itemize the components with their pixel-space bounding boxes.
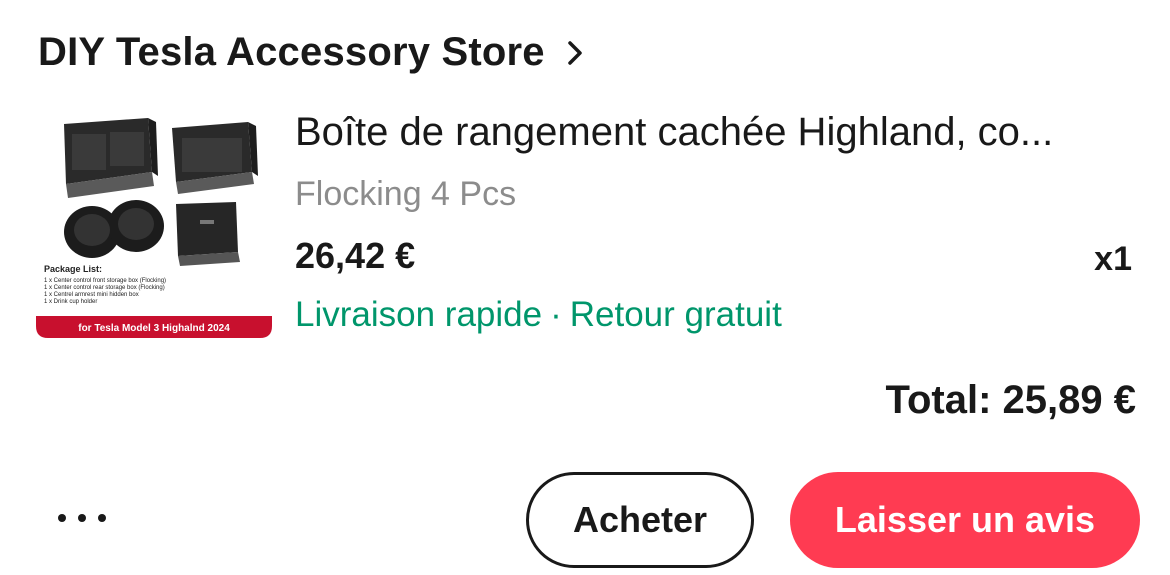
cup-holder-graphic xyxy=(64,200,164,258)
package-item: 1 x Drink cup holder xyxy=(44,299,97,305)
product-banner-text: for Tesla Model 3 Highalnd 2024 xyxy=(78,323,230,334)
buy-button[interactable]: Acheter xyxy=(526,472,754,568)
package-item: 1 x Center control rear storage box (Flo… xyxy=(44,285,165,291)
package-item: 1 x Centrel armrest mini hidden box xyxy=(44,292,139,298)
package-item: 1 x Center control front storage box (Fl… xyxy=(44,278,166,284)
front-storage-box-graphic xyxy=(64,118,158,198)
store-header-link[interactable]: DIY Tesla Accessory Store xyxy=(38,30,589,75)
package-list-title: Package List: xyxy=(44,264,102,274)
shipping-separator: · xyxy=(550,295,562,334)
rear-storage-box-graphic xyxy=(172,122,258,194)
leave-review-button[interactable]: Laisser un avis xyxy=(790,472,1140,568)
shipping-info: Livraison rapide · Retour gratuit xyxy=(295,295,782,335)
product-title[interactable]: Boîte de rangement cachée Highland, co..… xyxy=(295,110,1125,155)
product-price: 26,42 € xyxy=(295,235,416,276)
product-quantity: x1 xyxy=(1094,240,1132,278)
mini-hidden-box-graphic xyxy=(176,202,240,266)
fast-delivery-label: Livraison rapide xyxy=(295,295,543,334)
product-thumbnail[interactable]: Package List: 1 x Center control front s… xyxy=(36,112,272,340)
more-horizontal-icon[interactable] xyxy=(58,500,114,536)
chevron-right-icon xyxy=(567,38,589,68)
order-total: Total: 25,89 € xyxy=(885,378,1136,422)
product-variant: Flocking 4 Pcs xyxy=(295,175,517,213)
store-name: DIY Tesla Accessory Store xyxy=(38,30,545,74)
free-returns-label: Retour gratuit xyxy=(569,295,782,334)
